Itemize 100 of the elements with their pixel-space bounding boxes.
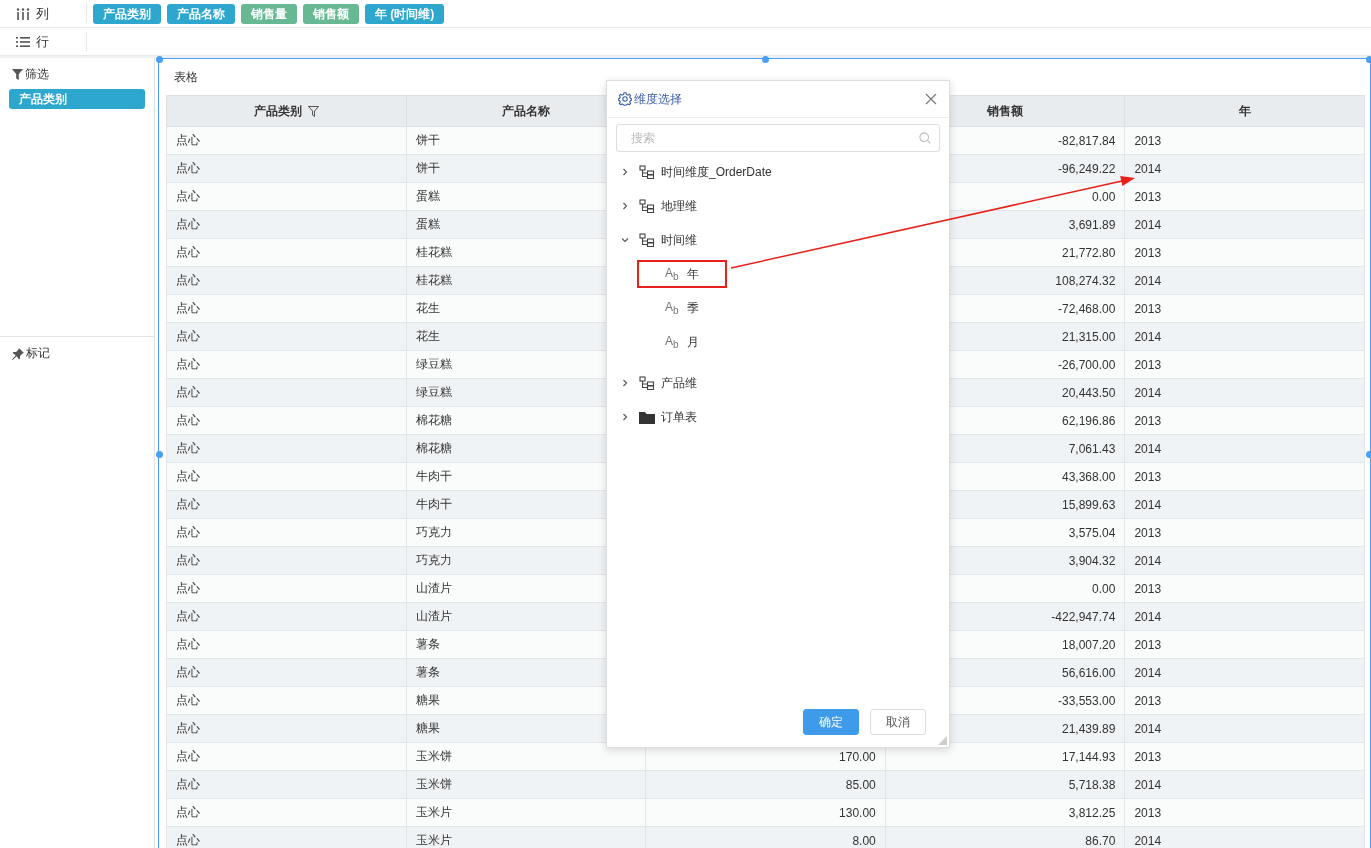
table-cell: 玉米饼 bbox=[406, 770, 646, 799]
column-header[interactable]: 产品类别 bbox=[166, 95, 407, 127]
field-item[interactable]: A$_{b}$ 年 bbox=[637, 260, 727, 288]
table-cell: 点心 bbox=[166, 602, 407, 631]
folder-icon bbox=[639, 410, 655, 424]
table-cell: 2013 bbox=[1124, 742, 1365, 771]
table-cell: 2013 bbox=[1124, 686, 1365, 715]
hierarchy-icon bbox=[639, 199, 655, 213]
table-cell: 点心 bbox=[166, 462, 407, 491]
table-cell: 2013 bbox=[1124, 182, 1365, 211]
tree-item[interactable]: 产品维 bbox=[661, 374, 697, 392]
hierarchy-icon bbox=[639, 165, 655, 179]
tree-item[interactable]: 时间维 bbox=[661, 231, 697, 249]
table-cell: 2013 bbox=[1124, 462, 1365, 491]
table-cell: 2014 bbox=[1124, 602, 1365, 631]
resize-handle[interactable] bbox=[156, 451, 163, 458]
chevron-right-icon[interactable] bbox=[621, 379, 629, 387]
table-cell: 点心 bbox=[166, 378, 407, 407]
table-cell: 2014 bbox=[1124, 714, 1365, 743]
table-cell: 2013 bbox=[1124, 406, 1365, 435]
table-cell: 2014 bbox=[1124, 826, 1365, 848]
settings-icon bbox=[618, 92, 632, 106]
table-cell: 8.00 bbox=[645, 826, 886, 848]
hierarchy-icon bbox=[639, 376, 655, 390]
table-cell: 点心 bbox=[166, 742, 407, 771]
pin-icon bbox=[12, 347, 24, 360]
table-cell: 玉米片 bbox=[406, 798, 646, 827]
chevron-right-icon[interactable] bbox=[621, 413, 629, 421]
table-cell: 点心 bbox=[166, 406, 407, 435]
table-cell: 点心 bbox=[166, 350, 407, 379]
section-title: 筛选 bbox=[25, 66, 49, 83]
table-cell: 点心 bbox=[166, 658, 407, 687]
table-cell: 2013 bbox=[1124, 574, 1365, 603]
table-cell: 2014 bbox=[1124, 490, 1365, 519]
table-cell: 130.00 bbox=[645, 798, 886, 827]
resize-handle[interactable] bbox=[156, 56, 163, 63]
list-icon bbox=[16, 35, 30, 48]
table-cell: 点心 bbox=[166, 182, 407, 211]
table-cell: 2013 bbox=[1124, 630, 1365, 659]
resize-handle[interactable] bbox=[1366, 451, 1371, 458]
table-cell: 点心 bbox=[166, 686, 407, 715]
table-cell: 点心 bbox=[166, 294, 407, 323]
resize-handle[interactable] bbox=[1366, 56, 1371, 63]
table-cell: 2014 bbox=[1124, 378, 1365, 407]
table-cell: 玉米片 bbox=[406, 826, 646, 848]
table-cell: 2014 bbox=[1124, 266, 1365, 295]
search-icon bbox=[919, 132, 931, 144]
table-cell: 点心 bbox=[166, 798, 407, 827]
chevron-down-icon[interactable] bbox=[621, 236, 629, 244]
search-field[interactable]: 搜索 bbox=[616, 124, 940, 152]
table-cell: 2013 bbox=[1124, 294, 1365, 323]
table-cell: 玉米饼 bbox=[406, 742, 646, 771]
table-cell: 点心 bbox=[166, 266, 407, 295]
tree-item[interactable]: 地理维 bbox=[661, 197, 697, 215]
table-cell: 2013 bbox=[1124, 798, 1365, 827]
resize-grip-icon[interactable] bbox=[938, 736, 947, 745]
table-cell: 点心 bbox=[166, 154, 407, 183]
table-cell: 点心 bbox=[166, 546, 407, 575]
section-title: 标记 bbox=[26, 345, 50, 362]
shelf-label: 行 bbox=[36, 32, 49, 51]
table-cell: 点心 bbox=[166, 126, 407, 155]
table-cell: 2013 bbox=[1124, 126, 1365, 155]
tree-item[interactable]: 订单表 bbox=[661, 408, 697, 426]
column-header[interactable]: 年 bbox=[1124, 95, 1365, 127]
table-cell: 2014 bbox=[1124, 546, 1365, 575]
table-cell: 85.00 bbox=[645, 770, 886, 799]
table-cell: 点心 bbox=[166, 210, 407, 239]
table-cell: 3,812.25 bbox=[885, 798, 1125, 827]
table-cell: 86.70 bbox=[885, 826, 1125, 848]
table-cell: 5,718.38 bbox=[885, 770, 1125, 799]
table-cell: 2014 bbox=[1124, 658, 1365, 687]
chevron-right-icon[interactable] bbox=[621, 202, 629, 210]
tree-item[interactable]: 时间维度_OrderDate bbox=[661, 163, 772, 181]
table-cell: 2014 bbox=[1124, 154, 1365, 183]
table-cell: 点心 bbox=[166, 322, 407, 351]
columns-icon bbox=[16, 7, 30, 20]
filter-icon[interactable] bbox=[307, 105, 319, 117]
table-cell: 2013 bbox=[1124, 518, 1365, 547]
close-icon[interactable] bbox=[925, 93, 937, 105]
shelf-label: 列 bbox=[36, 4, 49, 23]
table-cell: 点心 bbox=[166, 630, 407, 659]
table-cell: 点心 bbox=[166, 518, 407, 547]
table-cell: 2014 bbox=[1124, 770, 1365, 799]
hierarchy-icon bbox=[639, 233, 655, 247]
cancel-button[interactable]: 取消 bbox=[870, 709, 926, 735]
table-cell: 2014 bbox=[1124, 322, 1365, 351]
resize-handle[interactable] bbox=[761, 56, 769, 63]
table-cell: 点心 bbox=[166, 574, 407, 603]
table-cell: 2014 bbox=[1124, 210, 1365, 239]
table-cell: 点心 bbox=[166, 434, 407, 463]
chevron-right-icon[interactable] bbox=[621, 168, 629, 176]
panel-title: 表格 bbox=[173, 69, 198, 85]
table-cell: 点心 bbox=[166, 238, 407, 267]
table-cell: 2013 bbox=[1124, 350, 1365, 379]
table-cell: 点心 bbox=[166, 770, 407, 799]
table-cell: 点心 bbox=[166, 826, 407, 848]
table-cell: 点心 bbox=[166, 714, 407, 743]
table-cell: 2014 bbox=[1124, 434, 1365, 463]
table-cell: 2013 bbox=[1124, 238, 1365, 267]
filter-icon bbox=[12, 69, 23, 80]
